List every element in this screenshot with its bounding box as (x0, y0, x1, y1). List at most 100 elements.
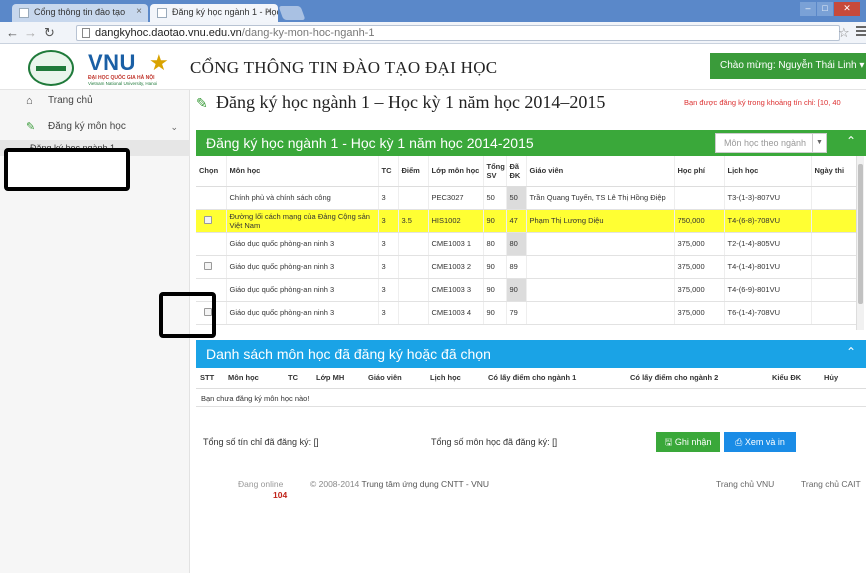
course-cell-gv (526, 255, 675, 279)
course-cell-dk: 79 (506, 301, 527, 325)
registered-table-column-header: TC (284, 368, 312, 389)
page-title-text: Đăng ký học ngành 1 – Học kỳ 1 năm học 2… (216, 92, 606, 112)
course-table-column-header: Lịch học (724, 156, 812, 187)
footer-link-cait[interactable]: Trang chủ CAIT (801, 479, 861, 489)
home-icon: ⌂ (26, 95, 33, 107)
course-cell-name: Giáo dục quốc phòng-an ninh 3 (226, 255, 379, 279)
registered-table: STT Môn học TC Lớp MH Giáo viên Lịch học Có lấ… (196, 368, 866, 389)
course-cell-lop: PEC3027 (428, 186, 484, 210)
course-cell-lich: T4-(6-9)-801VU (724, 278, 812, 302)
course-cell-gv: Trần Quang Tuyến, TS Lê Thị Hồng Điệp (526, 186, 675, 210)
select-checkbox[interactable] (204, 215, 212, 224)
copyright-text: © 2008-2014 (310, 479, 360, 489)
maximize-icon[interactable]: □ (817, 2, 833, 16)
course-panel-title: Đăng ký học ngành 1 - Học kỳ 1 năm học 2… (206, 135, 534, 151)
url-input[interactable]: dangkyhoc.daotao.vnu.edu.vn/dang-ky-mon-… (76, 25, 840, 41)
collapse-up-icon[interactable]: ⌃ (846, 134, 856, 148)
course-cell-tong: 90 (483, 209, 507, 233)
course-cell-tong: 50 (483, 186, 507, 210)
user-menu-button[interactable]: Chào mừng: Nguyễn Thái Linh ▾ (710, 53, 866, 79)
course-row[interactable]: Chính phủ và chính sách công 3 PEC3027 50 50… (196, 186, 857, 210)
sidebar-item-register[interactable]: ✎ Đăng ký môn học ⌄ (0, 116, 190, 138)
scrollbar-thumb[interactable] (858, 164, 863, 304)
vnu-logo[interactable]: VNU ★ ĐẠI HỌC QUỐC GIA HÀ NỘI Vietnam Na… (28, 50, 184, 86)
course-cell-tc: 3 (378, 278, 399, 302)
total-credits: Tổng số tín chỉ đã đăng ký: [] (203, 437, 319, 447)
save-button[interactable]: 🖫 Ghi nhận (656, 432, 720, 452)
course-cell-diem (398, 186, 429, 210)
course-cell-diem (398, 278, 429, 302)
select-checkbox[interactable] (204, 261, 212, 270)
site-header: VNU ★ ĐẠI HỌC QUỐC GIA HÀ NỘI Vietnam Na… (0, 44, 866, 90)
course-cell-thi (811, 209, 857, 233)
copyright-center: Trung tâm ứng dụng CNTT - VNU (361, 479, 490, 489)
course-cell-diem (398, 255, 429, 279)
course-cell-dk: 50 (506, 186, 527, 210)
sidebar-item-home[interactable]: ⌂ Trang chủ (0, 90, 190, 112)
select-cell (196, 209, 227, 233)
star-icon: ★ (149, 50, 169, 75)
tab-register[interactable]: Đăng ký học ngành 1 - Học k × (150, 4, 278, 22)
course-cell-gv (526, 301, 675, 325)
sidebar-item-label: Trang chủ (48, 95, 93, 106)
course-cell-hp (674, 186, 725, 210)
course-row[interactable]: Đường lối cách mạng của Đảng Cộng sản Vi… (196, 209, 857, 233)
url-host: dangkyhoc.daotao.vnu.edu.vn (95, 27, 242, 39)
registered-table-column-header: Lớp MH (312, 368, 364, 389)
minimize-icon[interactable]: – (800, 2, 816, 16)
close-icon[interactable]: × (266, 6, 272, 17)
close-icon[interactable]: × (136, 6, 142, 17)
reload-icon[interactable]: ↻ (44, 25, 55, 40)
forward-icon[interactable]: → (24, 25, 37, 40)
address-bar: ← → ↻ dangkyhoc.daotao.vnu.edu.vn/dang-k… (0, 22, 866, 44)
footer-link-vnu[interactable]: Trang chủ VNU (716, 479, 774, 489)
print-icon: ⎙ (735, 437, 745, 447)
course-row[interactable]: Giáo dục quốc phòng-an ninh 3 3 CME1003 29… (196, 255, 857, 279)
course-table-header: Chọn Môn học TC Điểm Lớp môn học Tổng SV Đã ĐK… (196, 156, 857, 187)
close-window-icon[interactable]: ✕ (834, 2, 860, 16)
new-tab-button[interactable] (278, 6, 306, 20)
course-cell-diem: 3.5 (398, 209, 429, 233)
divider (196, 406, 866, 407)
portal-title: CỔNG THÔNG TIN ĐÀO TẠO ĐẠI HỌC (190, 58, 498, 77)
course-table-column-header: Đã ĐK (506, 156, 527, 187)
course-row[interactable]: Giáo dục quốc phòng-an ninh 3 3 CME1003 39… (196, 278, 857, 302)
course-table: Chọn Môn học TC Điểm Lớp môn học Tổng SV Đã ĐK… (196, 156, 857, 325)
course-cell-gv (526, 278, 675, 302)
course-row[interactable]: Giáo dục quốc phòng-an ninh 3 3 CME1003 49… (196, 301, 857, 325)
course-cell-diem (398, 232, 429, 256)
course-cell-lop: CME1003 4 (428, 301, 484, 325)
chevron-down-icon: ▼ (812, 134, 826, 152)
online-count: 104 (273, 490, 288, 500)
select-cell (196, 186, 227, 210)
course-cell-name: Giáo dục quốc phòng-an ninh 3 (226, 301, 379, 325)
table-scrollbar[interactable] (856, 156, 864, 330)
edit-icon: ✎ (26, 121, 36, 133)
tab-portal[interactable]: Cổng thông tin đào tạo × (12, 4, 148, 22)
course-row[interactable]: Giáo dục quốc phòng-an ninh 3 3 CME1003 18… (196, 232, 857, 256)
course-table-container: Chọn Môn học TC Điểm Lớp môn học Tổng SV Đã ĐK… (196, 156, 866, 330)
registered-table-header: STT Môn học TC Lớp MH Giáo viên Lịch học Có lấ… (196, 368, 866, 389)
course-cell-dk: 47 (506, 209, 527, 233)
browser-tabbar: Cổng thông tin đào tạo × Đăng ký học ngà… (0, 0, 866, 22)
course-cell-hp: 375,000 (674, 255, 725, 279)
registered-table-column-header: Môn học (224, 368, 284, 389)
save-button-label: Ghi nhận (674, 437, 712, 447)
course-cell-gv: Phạm Thị Lương Diệu (526, 209, 675, 233)
course-table-column-header: TC (378, 156, 399, 187)
bookmark-star-icon[interactable]: ☆ (838, 25, 850, 41)
menu-icon[interactable] (856, 26, 866, 38)
course-cell-dk: 80 (506, 232, 527, 256)
back-icon[interactable]: ← (6, 25, 19, 40)
course-table-column-header: Lớp môn học (428, 156, 484, 187)
empty-message: Bạn chưa đăng ký môn học nào! (201, 394, 310, 403)
course-cell-hp: 375,000 (674, 232, 725, 256)
course-cell-thi (811, 278, 857, 302)
collapse-up-icon[interactable]: ⌃ (846, 345, 856, 359)
course-table-column-header: Chọn (196, 156, 227, 187)
course-cell-tong: 90 (483, 301, 507, 325)
total-courses: Tổng số môn học đã đăng ký: [] (431, 437, 558, 447)
course-cell-gv (526, 232, 675, 256)
course-filter-select[interactable]: Môn học theo ngành ▼ (715, 133, 827, 153)
print-button[interactable]: ⎙ Xem và in (724, 432, 796, 452)
